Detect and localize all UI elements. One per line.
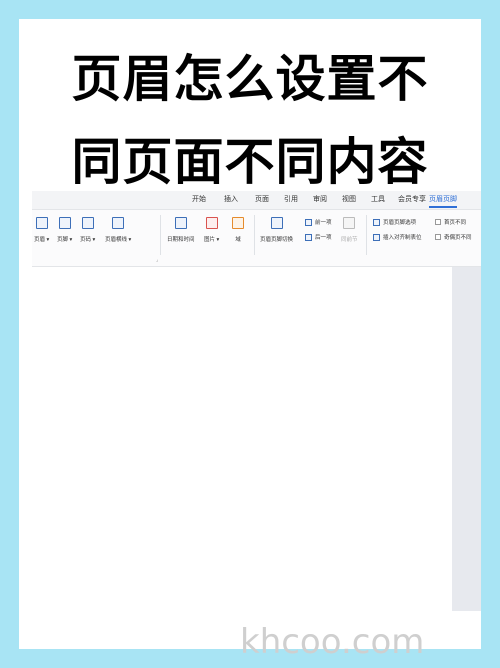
switch-label: 页眉页脚切换 [260, 237, 294, 243]
ribbon-separator [254, 215, 255, 255]
group-expand-icon[interactable]: ⌟ [156, 257, 158, 263]
document-page[interactable] [32, 267, 452, 611]
editor-window: 开始 插入 页面 引用 审阅 视图 工具 会员专享 页眉页脚 页眉 ▾ 页脚 ▾… [32, 191, 481, 611]
header-line-button[interactable]: 页眉横线 ▾ [105, 217, 131, 243]
header-button[interactable]: 页眉 ▾ [34, 217, 49, 243]
same-as-previous-label: 同前节 [341, 237, 358, 243]
same-as-previous-icon [343, 217, 356, 229]
options-icon [373, 218, 380, 226]
footer-icon [58, 217, 71, 229]
chevron-down-icon[interactable]: ▾ [127, 237, 132, 243]
calendar-icon [174, 217, 187, 229]
headline-line-2: 同页面不同内容 [71, 133, 429, 191]
next-item-button[interactable]: 后一项 [305, 233, 332, 241]
align-tab-label: 插入对齐制表位 [383, 235, 422, 241]
switch-icon [270, 217, 283, 229]
picture-button[interactable]: 图片 ▾ [204, 217, 219, 243]
chevron-down-icon[interactable]: ▾ [68, 237, 73, 243]
page-number-icon [81, 217, 94, 229]
headline-line-1: 页眉怎么设置不 [71, 50, 429, 108]
picture-icon [205, 217, 218, 229]
active-tab-indicator [429, 206, 457, 208]
checkbox-icon [435, 234, 441, 240]
date-time-button[interactable]: 日期和时间 [167, 217, 195, 243]
align-tab-icon [373, 233, 380, 241]
next-label: 后一项 [315, 235, 332, 241]
date-time-label: 日期和时间 [167, 237, 195, 243]
tab-insert[interactable]: 插入 [224, 194, 238, 204]
tab-tools[interactable]: 工具 [371, 194, 385, 204]
tab-references[interactable]: 引用 [284, 194, 298, 204]
field-icon [232, 217, 244, 229]
tab-header-footer[interactable]: 页眉页脚 [429, 194, 457, 204]
same-as-previous-button[interactable]: 同前节 [341, 217, 358, 243]
ribbon-separator [160, 215, 161, 255]
different-odd-even-label: 奇偶页不同 [444, 235, 472, 241]
tab-member[interactable]: 会员专享 [398, 194, 426, 204]
tab-view[interactable]: 视图 [342, 194, 356, 204]
next-icon [305, 233, 312, 241]
header-line-label: 页眉横线 ▾ [105, 237, 132, 243]
different-odd-even-checkbox[interactable]: 奇偶页不同 [435, 233, 472, 241]
previous-label: 前一项 [315, 220, 332, 226]
different-first-page-label: 首页不同 [444, 220, 467, 226]
ribbon-separator [366, 215, 367, 255]
ribbon-toolbar: 页眉 ▾ 页脚 ▾ 页码 ▾ 页眉横线 ▾ ⌟ 日期和时间 图片 ▾ 域 页眉页… [32, 210, 481, 267]
tab-start[interactable]: 开始 [192, 194, 206, 204]
tab-review[interactable]: 审阅 [313, 194, 327, 204]
header-line-icon [112, 217, 125, 229]
header-footer-switch-button[interactable]: 页眉页脚切换 [260, 217, 293, 243]
page-number-button[interactable]: 页码 ▾ [80, 217, 95, 243]
header-icon [35, 217, 48, 229]
previous-icon [305, 218, 312, 226]
footer-button[interactable]: 页脚 ▾ [57, 217, 72, 243]
header-footer-options-button[interactable]: 页眉页脚选项 [373, 218, 416, 226]
ribbon-tab-bar: 开始 插入 页面 引用 审阅 视图 工具 会员专享 页眉页脚 [32, 191, 481, 210]
footer-label: 页脚 ▾ [57, 237, 73, 243]
header-label: 页眉 ▾ [34, 237, 50, 243]
chevron-down-icon[interactable]: ▾ [45, 237, 50, 243]
insert-align-tab-button[interactable]: 插入对齐制表位 [373, 233, 422, 241]
picture-label: 图片 ▾ [204, 237, 220, 243]
previous-item-button[interactable]: 前一项 [305, 218, 332, 226]
document-side-area [452, 267, 481, 611]
tab-page[interactable]: 页面 [255, 194, 269, 204]
field-label: 域 [235, 237, 241, 243]
watermark-text: khcoo.com [240, 622, 425, 662]
chevron-down-icon[interactable]: ▾ [215, 237, 220, 243]
chevron-down-icon[interactable]: ▾ [91, 237, 96, 243]
different-first-page-checkbox[interactable]: 首页不同 [435, 218, 466, 226]
options-label: 页眉页脚选项 [383, 220, 417, 226]
checkbox-icon [435, 219, 441, 225]
field-button[interactable]: 域 [232, 217, 244, 243]
page-number-label: 页码 ▾ [80, 237, 96, 243]
poster-card: 页眉怎么设置不 同页面不同内容 开始 插入 页面 引用 审阅 视图 工具 会员专… [19, 19, 481, 649]
